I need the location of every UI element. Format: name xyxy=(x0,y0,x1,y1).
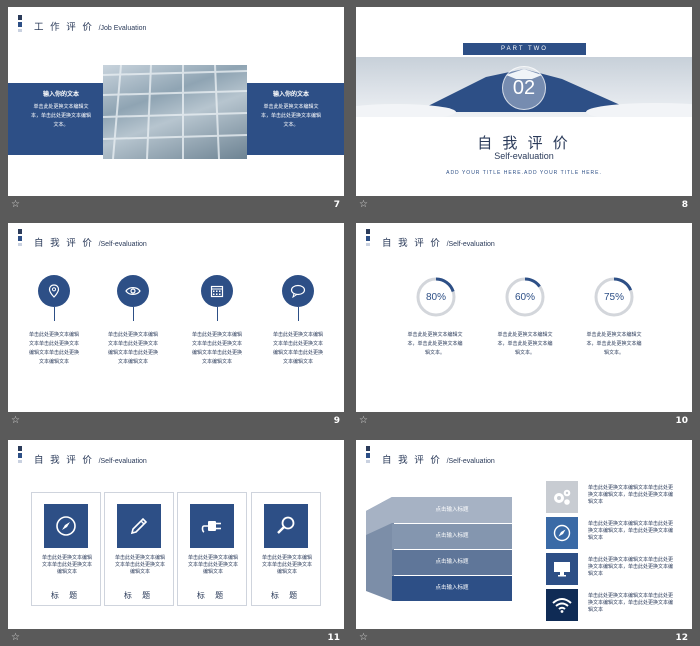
body-text: 单击此处更换文本编辑文本，单击此处更换文本编辑文本。 xyxy=(586,332,642,356)
slide-8-footer: ☆ 8 xyxy=(359,199,688,211)
slide-11-footer: ☆ 11 xyxy=(11,632,340,644)
body-text: 单击此处更换文本编辑文本单击此处更换文本编辑文本，单击此处更换文本编辑文本 xyxy=(588,593,674,613)
section-title: 自 我 评 价 xyxy=(477,135,571,152)
slide-title: 工 作 评 价 /Job Evaluation xyxy=(34,22,147,33)
section-number: 02 xyxy=(502,66,546,110)
slide-title: 自 我 评 价 /Self-evaluation xyxy=(382,455,495,466)
card-label: 标 题 xyxy=(50,591,82,600)
eye-icon xyxy=(117,275,149,307)
star-icon: ☆ xyxy=(359,199,368,210)
feature-card[interactable]: 单击此处更换文本编辑文本单击此处更换文本编辑文本 标 题 xyxy=(31,492,101,606)
body-text: 单击此处更换文本编辑文本单击此处更换文本编辑文本，单击此处更换文本编辑文本 xyxy=(588,521,674,541)
feature-card[interactable]: 单击此处更换文本编辑文本单击此处更换文本编辑文本 标 题 xyxy=(104,492,174,606)
calendar-icon xyxy=(201,275,233,307)
layer-4[interactable]: 点击输入标题 xyxy=(392,576,512,601)
slide-7-footer: ☆ 7 xyxy=(11,199,340,211)
star-icon: ☆ xyxy=(11,632,20,643)
location-icon xyxy=(38,275,70,307)
card-label: 标 题 xyxy=(270,591,302,600)
slide-11[interactable]: 自 我 评 价 /Self-evaluation 单击此处更换文本编辑文本单击此… xyxy=(8,440,344,629)
card-label: 标 题 xyxy=(123,591,155,600)
header-bar xyxy=(18,15,23,34)
chat-icon xyxy=(282,275,314,307)
body-text: 单击此处更换文本编辑文本单击此处更换文本编辑文本，单击此处更换文本编辑文本 xyxy=(588,557,674,577)
slide-12-footer: ☆ 12 xyxy=(359,632,688,644)
stem-line xyxy=(54,307,55,321)
compass-icon xyxy=(546,517,578,549)
slide-10-footer: ☆ 10 xyxy=(359,415,688,427)
stem-line xyxy=(133,307,134,321)
slide-title: 自 我 评 价 /Self-evaluation xyxy=(34,455,147,466)
section-subtitle: Self-evaluation xyxy=(494,151,554,161)
magnifier-icon xyxy=(264,504,308,548)
body-text: 单击此处更换文本编辑文本单击此处更换文本编辑文本单击此处更换文本编辑文本 xyxy=(107,332,158,365)
card-label: 标 题 xyxy=(196,591,228,600)
monitor-icon xyxy=(546,553,578,585)
progress-ring: 80% xyxy=(415,276,457,318)
slide-10[interactable]: 自 我 评 价 /Self-evaluation 80% 60% 75% 单击此… xyxy=(356,223,692,412)
stem-line xyxy=(217,307,218,321)
feature-card[interactable]: 单击此处更换文本编辑文本单击此处更换文本编辑文本 标 题 xyxy=(177,492,247,606)
body-text: 单击此处更换文本编辑文本单击此处更换文本编辑文本单击此处更换文本编辑文本 xyxy=(191,332,242,365)
header-bar xyxy=(18,229,23,248)
star-icon: ☆ xyxy=(359,415,368,426)
stem-line xyxy=(298,307,299,321)
slide-title: 自 我 评 价 /Self-evaluation xyxy=(382,238,495,249)
body-text: 单击此处更换文本编辑文本单击此处更换文本编辑文本 xyxy=(188,555,239,575)
slide-title: 自 我 评 价 /Self-evaluation xyxy=(34,238,147,249)
body-text: 单击此处更换文本编辑文本，单击此处更换文本编辑文本。 xyxy=(497,332,553,356)
layer-1[interactable]: 点击输入标题 xyxy=(392,497,512,523)
star-icon: ☆ xyxy=(359,632,368,643)
feature-card[interactable]: 单击此处更换文本编辑文本单击此处更换文本编辑文本 标 题 xyxy=(251,492,321,606)
slide-12[interactable]: 自 我 评 价 /Self-evaluation 点击输入标题 点击输入标题 点… xyxy=(356,440,692,629)
part-label: PART TWO xyxy=(463,43,586,55)
body-text: 单击此处更换文本编辑文本单击此处更换文本编辑文本 xyxy=(262,555,313,575)
slide-9[interactable]: 自 我 评 价 /Self-evaluation 单击此处更换文本编辑文本单击此… xyxy=(8,223,344,412)
body-text: 单击此处更换文本编辑文本单击此处更换文本编辑文本单击此处更换文本编辑文本 xyxy=(272,332,323,365)
layer-3[interactable]: 点击输入标题 xyxy=(392,550,512,575)
gears-icon xyxy=(546,481,578,513)
progress-ring: 75% xyxy=(593,276,635,318)
header-bar xyxy=(366,229,371,248)
progress-ring: 60% xyxy=(504,276,546,318)
slide-9-footer: ☆ 9 xyxy=(11,415,340,427)
header-bar xyxy=(366,446,371,465)
header-bar xyxy=(18,446,23,465)
body-text: 单击此处更换文本编辑文本单击此处更换文本编辑文本 xyxy=(115,555,166,575)
body-text: 单击此处更换文本编辑文本，单击此处更换文本编辑文本。 xyxy=(407,332,463,356)
pencil-icon xyxy=(117,504,161,548)
slide-7[interactable]: 工 作 评 价 /Job Evaluation 输入你的文本 单击此处更换文本编… xyxy=(8,7,344,196)
body-text: 单击此处更换文本编辑文本单击此处更换文本编辑文本 xyxy=(42,555,93,575)
building-photo xyxy=(102,64,248,160)
layer-2[interactable]: 点击输入标题 xyxy=(392,524,512,549)
body-text: 单击此处更换文本编辑文本单击此处更换文本编辑文本，单击此处更换文本编辑文本 xyxy=(588,485,674,505)
star-icon: ☆ xyxy=(11,199,20,210)
slide-8[interactable]: PART TWO 02 自 我 评 价 Self-evaluation ADD … xyxy=(356,7,692,196)
star-icon: ☆ xyxy=(11,415,20,426)
add-title-text: ADD YOUR TITLE HERE.ADD YOUR TITLE HERE. xyxy=(446,170,602,176)
right-text-block: 输入你的文本 单击此处更换文本编辑文本，单击此处更换文本编辑文本。 xyxy=(260,92,321,128)
left-text-block: 输入你的文本 单击此处更换文本编辑文本，单击此处更换文本编辑文本。 xyxy=(30,92,91,128)
wifi-icon xyxy=(546,589,578,621)
compass-icon xyxy=(44,504,88,548)
layer-side xyxy=(366,497,394,601)
plug-icon xyxy=(190,504,234,548)
body-text: 单击此处更换文本编辑文本单击此处更换文本编辑文本单击此处更换文本编辑文本 xyxy=(28,332,79,365)
